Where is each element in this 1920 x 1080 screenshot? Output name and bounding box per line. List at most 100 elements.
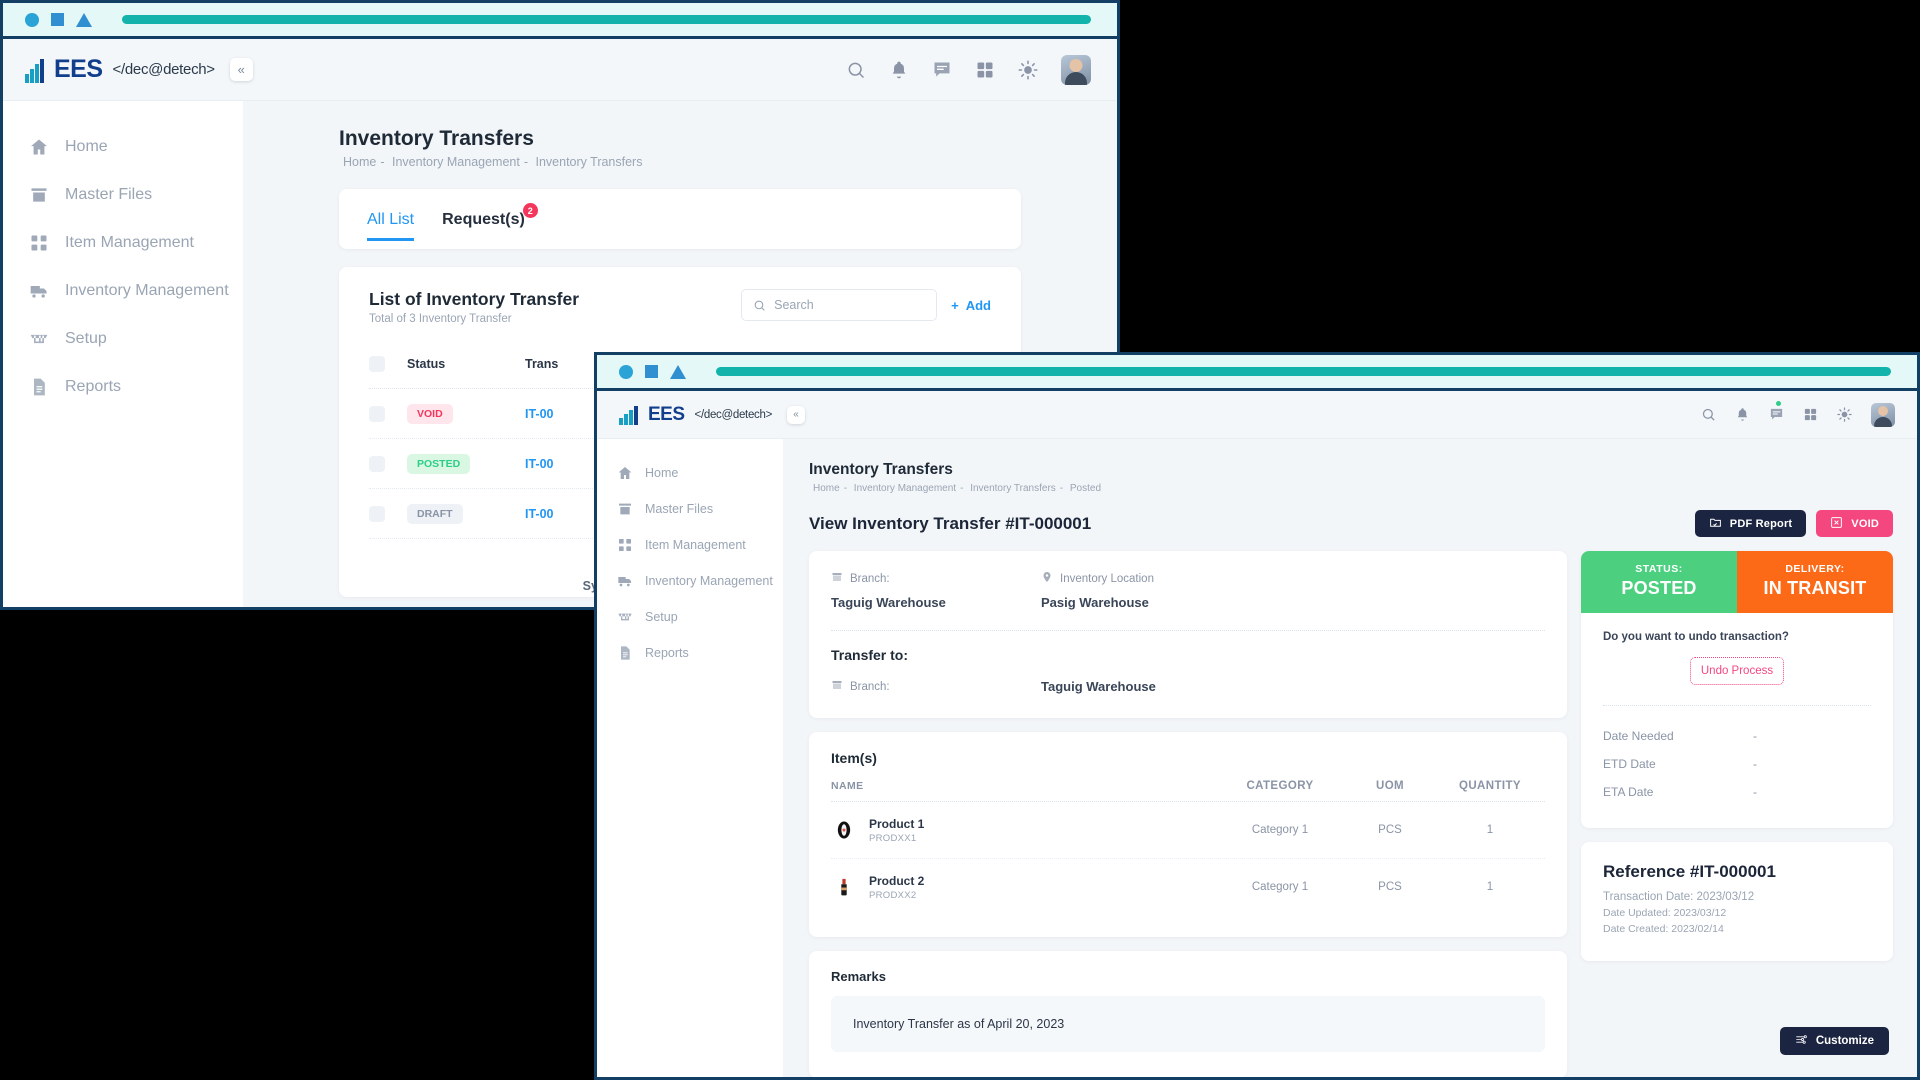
avatar[interactable] — [1871, 402, 1895, 427]
back-window-titlebar[interactable] — [3, 3, 1117, 39]
brand-logo[interactable]: EES </dec@detech> « — [597, 403, 806, 426]
void-button[interactable]: VOID — [1816, 510, 1893, 537]
breadcrumb-item[interactable]: Home — [813, 483, 840, 494]
select-all-checkbox[interactable] — [369, 355, 385, 372]
transaction-date: Transaction Date: 2023/03/12 — [1603, 891, 1755, 903]
date-created: Date Created: 2023/02/14 — [1603, 923, 1724, 935]
sidebar-item-item-management[interactable]: Item Management — [597, 527, 783, 563]
date-row: ETA Date - — [1603, 778, 1871, 806]
items-card: Item(s) NAME CATEGORY UOM QUANTITY Produ… — [809, 732, 1567, 937]
pdf-report-button[interactable]: PDF Report — [1694, 510, 1807, 537]
truck-icon — [617, 573, 633, 589]
date-value: - — [1753, 729, 1757, 743]
list-title: List of Inventory Transfer — [369, 289, 580, 309]
add-button-label: Add — [965, 297, 991, 313]
sun-icon[interactable] — [1018, 59, 1038, 80]
sidebar-item-item-management[interactable]: Item Management — [3, 219, 243, 267]
column-status: Status — [407, 356, 446, 371]
status-badge: POSTED — [407, 453, 471, 474]
message-icon[interactable] — [1769, 401, 1784, 422]
product-code: PRODXX1 — [869, 832, 917, 844]
ees-logo-icon — [25, 57, 44, 83]
search-input[interactable]: Search — [741, 289, 938, 321]
table-row[interactable]: Product 2 PRODXX2 Category 1 PCS 1 — [831, 859, 1545, 915]
breadcrumb-item[interactable]: Inventory Transfers — [535, 155, 642, 169]
message-icon[interactable] — [932, 60, 952, 80]
row-checkbox[interactable] — [369, 455, 385, 472]
front-window-titlebar[interactable] — [597, 355, 1917, 391]
folder-pdf-icon — [1709, 516, 1722, 532]
breadcrumb-item[interactable]: Posted — [1070, 483, 1101, 494]
header-buttons: PDF Report VOID — [1694, 510, 1893, 537]
tab-requests[interactable]: Request(s) 2 — [442, 203, 538, 238]
breadcrumb: Home - Inventory Management - Inventory Tr… — [813, 483, 1102, 494]
date-label: Date Needed — [1603, 729, 1674, 743]
sun-icon[interactable] — [1837, 407, 1852, 422]
avatar[interactable] — [1061, 54, 1091, 85]
items-title: Item(s) — [831, 750, 877, 766]
breadcrumb-item[interactable]: Inventory Management — [392, 155, 520, 169]
row-checkbox[interactable] — [369, 505, 385, 522]
breadcrumb-item[interactable]: Inventory Management — [854, 483, 956, 494]
sidebar-item-inventory-management[interactable]: Inventory Management — [597, 563, 783, 599]
back-page-header: Inventory Transfers Home - Inventory Mana… — [339, 127, 1117, 169]
sidebar-collapse-button[interactable]: « — [229, 58, 253, 81]
breadcrumb-item[interactable]: Inventory Transfers — [970, 483, 1056, 494]
tab-requests-label: Request(s) — [442, 211, 525, 228]
sidebar-item-reports[interactable]: Reports — [597, 635, 783, 671]
front-content: Inventory Transfers Home - Inventory Mana… — [783, 439, 1917, 1077]
sidebar-item-inventory-management[interactable]: Inventory Management — [3, 267, 243, 315]
files-icon — [617, 501, 633, 517]
undo-question: Do you want to undo transaction? — [1603, 631, 1789, 643]
status-label: STATUS: — [1635, 563, 1683, 575]
sidebar-item-setup[interactable]: Setup — [597, 599, 783, 635]
address-bar[interactable] — [716, 367, 1891, 376]
sidebar-item-label: Inventory Management — [65, 282, 229, 299]
sidebar-item-master-files[interactable]: Master Files — [597, 491, 783, 527]
tab-all-list[interactable]: All List — [367, 211, 415, 241]
sidebar-item-home[interactable]: Home — [597, 455, 783, 491]
add-button[interactable]: + Add — [951, 298, 991, 313]
sidebar-item-setup[interactable]: Setup — [3, 315, 243, 363]
date-updated: Date Updated: 2023/03/12 — [1603, 907, 1727, 919]
customize-button[interactable]: Customize — [1779, 1027, 1889, 1055]
undo-process-button[interactable]: Undo Process — [1690, 657, 1784, 685]
date-value: - — [1753, 785, 1757, 799]
report-icon — [617, 645, 633, 661]
transfer-to-row: Branch: Taguig Warehouse — [831, 679, 1545, 694]
divider — [1603, 705, 1871, 706]
search-icon[interactable] — [1701, 407, 1716, 422]
sidebar-item-label: Master Files — [65, 186, 153, 203]
map-pin-icon — [1041, 571, 1053, 586]
brand-name: EES — [648, 403, 685, 425]
address-bar[interactable] — [122, 15, 1091, 24]
table-row[interactable]: Product 1 PRODXX1 Category 1 PCS 1 — [831, 802, 1545, 859]
item-uom: PCS — [1378, 881, 1402, 893]
sidebar-item-home[interactable]: Home — [3, 123, 243, 171]
search-icon[interactable] — [846, 60, 866, 80]
row-checkbox[interactable] — [369, 405, 385, 422]
grid-icon[interactable] — [975, 60, 995, 80]
customize-label: Customize — [1815, 1035, 1874, 1047]
to-branch-label-row: Branch: — [831, 679, 1041, 694]
brand-logo[interactable]: EES </dec@detech> « — [3, 55, 253, 84]
sidebar-collapse-button[interactable]: « — [787, 405, 806, 424]
front-topbar-icons — [1701, 401, 1917, 427]
cart-icon — [617, 609, 633, 625]
item-uom: PCS — [1378, 824, 1402, 836]
sidebar-item-master-files[interactable]: Master Files — [3, 171, 243, 219]
sidebar-item-label: Item Management — [65, 234, 194, 251]
sidebar-item-reports[interactable]: Reports — [3, 363, 243, 411]
branch-cell: Branch: Taguig Warehouse — [831, 571, 1041, 611]
store-icon — [831, 679, 843, 694]
front-topbar: EES </dec@detech> « — [597, 391, 1917, 439]
foreground-browser-window[interactable]: EES </dec@detech> « Home Master Files It… — [594, 352, 1920, 1080]
list-actions: Search + Add — [741, 289, 991, 321]
bell-icon[interactable] — [1735, 407, 1750, 422]
column-category: CATEGORY — [1246, 780, 1314, 792]
breadcrumb-item[interactable]: Home — [343, 155, 376, 169]
grid-icon[interactable] — [1803, 407, 1818, 422]
branch-info-card: Branch: Taguig Warehouse Inventory Locat… — [809, 551, 1567, 718]
bell-icon[interactable] — [889, 60, 909, 80]
sliders-icon — [1795, 1033, 1808, 1049]
